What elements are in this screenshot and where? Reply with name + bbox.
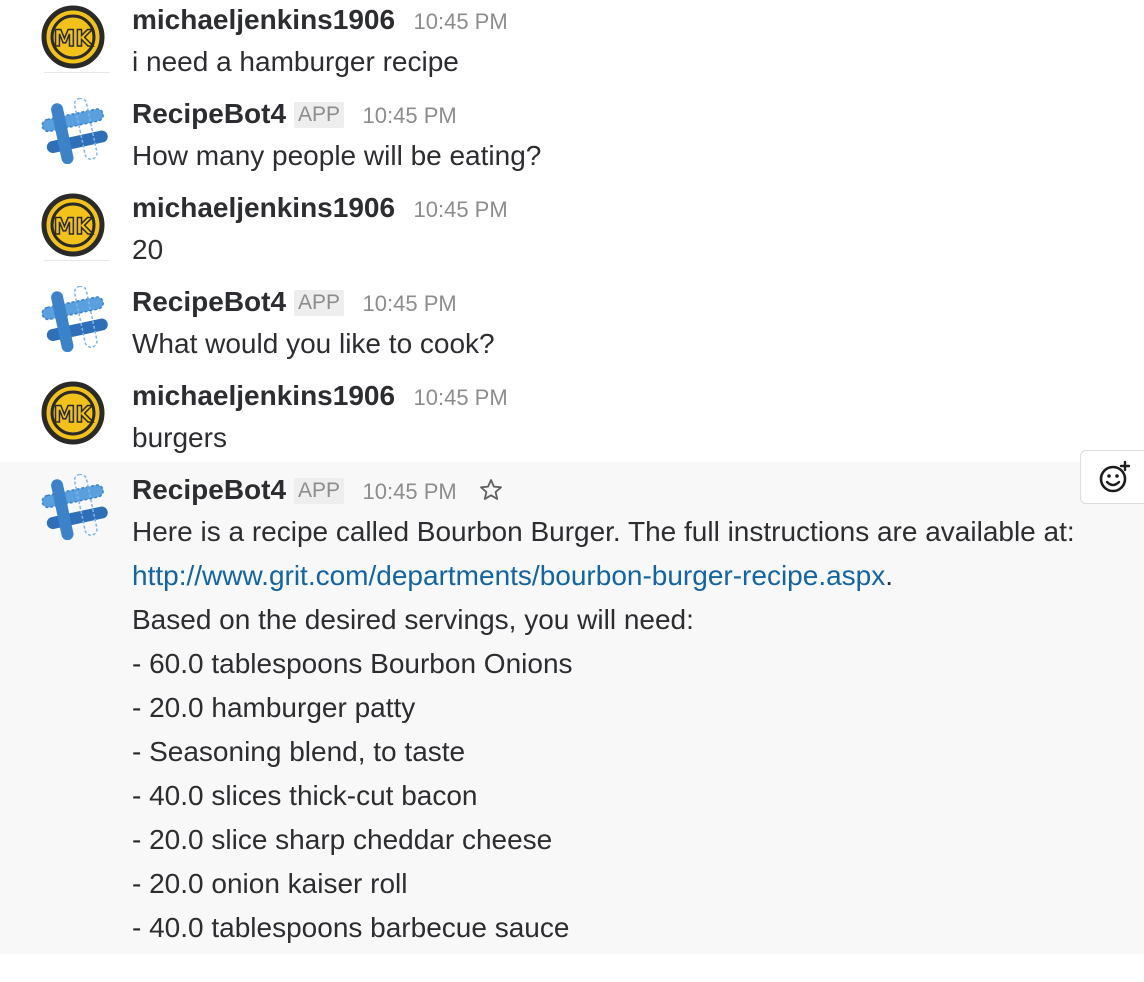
message-text: i need a hamburger recipe xyxy=(132,46,459,77)
recipe-intro: Here is a recipe called Bourbon Burger. … xyxy=(132,516,1075,547)
message-text: burgers xyxy=(132,422,227,453)
ingredient-item: - 40.0 tablespoons barbecue sauce xyxy=(132,912,570,943)
message-text: 20 xyxy=(132,234,164,265)
mk-logo-icon[interactable]: MK xyxy=(40,4,110,70)
recipebot-icon[interactable] xyxy=(40,474,110,540)
timestamp[interactable]: 10:45 PM xyxy=(363,291,457,316)
mk-logo-icon[interactable]: MK xyxy=(40,192,110,258)
divider xyxy=(44,260,110,261)
svg-text:MK: MK xyxy=(54,27,94,52)
timestamp[interactable]: 10:45 PM xyxy=(414,197,508,222)
recipe-body: Here is a recipe called Bourbon Burger. … xyxy=(132,510,1075,950)
timestamp[interactable]: 10:45 PM xyxy=(363,103,457,128)
recipebot-icon[interactable] xyxy=(40,286,110,352)
message: RecipeBot4 APP 10:45 PM What would you li… xyxy=(0,282,1144,376)
timestamp[interactable]: 10:45 PM xyxy=(414,385,508,410)
username[interactable]: michaeljenkins1906 xyxy=(132,192,395,223)
recipe-link-line: http://www.grit.com/departments/bourbon-… xyxy=(132,554,1075,598)
recipe-link[interactable]: http://www.grit.com/departments/bourbon-… xyxy=(132,560,885,591)
app-badge: APP xyxy=(294,478,345,504)
timestamp[interactable]: 10:45 PM xyxy=(414,9,508,34)
timestamp[interactable]: 10:45 PM xyxy=(363,479,457,504)
username[interactable]: michaeljenkins1906 xyxy=(132,380,395,411)
app-badge: APP xyxy=(294,102,345,128)
message: MK michaeljenkins1906 10:45 PM burgers xyxy=(0,376,1144,462)
ingredient-item: - Seasoning blend, to taste xyxy=(132,736,466,767)
username[interactable]: michaeljenkins1906 xyxy=(132,4,395,35)
recipe-message: RecipeBot4 APP 10:45 PM Here is a recipe … xyxy=(0,462,1144,954)
message: MK michaeljenkins1906 10:45 PM 20 xyxy=(0,188,1144,278)
ingredient-item: - 20.0 slice sharp cheddar cheese xyxy=(132,824,553,855)
username[interactable]: RecipeBot4 xyxy=(132,286,286,317)
svg-text:MK: MK xyxy=(54,403,94,428)
message: MK michaeljenkins1906 10:45 PM i need a … xyxy=(0,0,1144,90)
ingredient-item: - 20.0 hamburger patty xyxy=(132,692,416,723)
message-text: What would you like to cook? xyxy=(132,328,495,359)
app-badge: APP xyxy=(294,290,345,316)
servings-line: Based on the desired servings, you will … xyxy=(132,604,694,635)
add-reaction-icon xyxy=(1099,460,1131,493)
username[interactable]: RecipeBot4 xyxy=(132,98,286,129)
link-suffix: . xyxy=(885,560,894,591)
svg-text:MK: MK xyxy=(54,215,94,240)
mk-logo-icon[interactable]: MK xyxy=(40,380,110,446)
ingredient-item: - 60.0 tablespoons Bourbon Onions xyxy=(132,648,573,679)
ingredient-item: - 40.0 slices thick-cut bacon xyxy=(132,780,478,811)
add-reaction-button[interactable] xyxy=(1080,450,1144,504)
divider xyxy=(44,72,110,73)
message-text: How many people will be eating? xyxy=(132,140,542,171)
star-icon[interactable] xyxy=(479,478,503,507)
username[interactable]: RecipeBot4 xyxy=(132,474,286,505)
ingredient-item: - 20.0 onion kaiser roll xyxy=(132,868,408,899)
recipebot-icon[interactable] xyxy=(40,98,110,164)
message: RecipeBot4 APP 10:45 PM How many people w… xyxy=(0,94,1144,188)
